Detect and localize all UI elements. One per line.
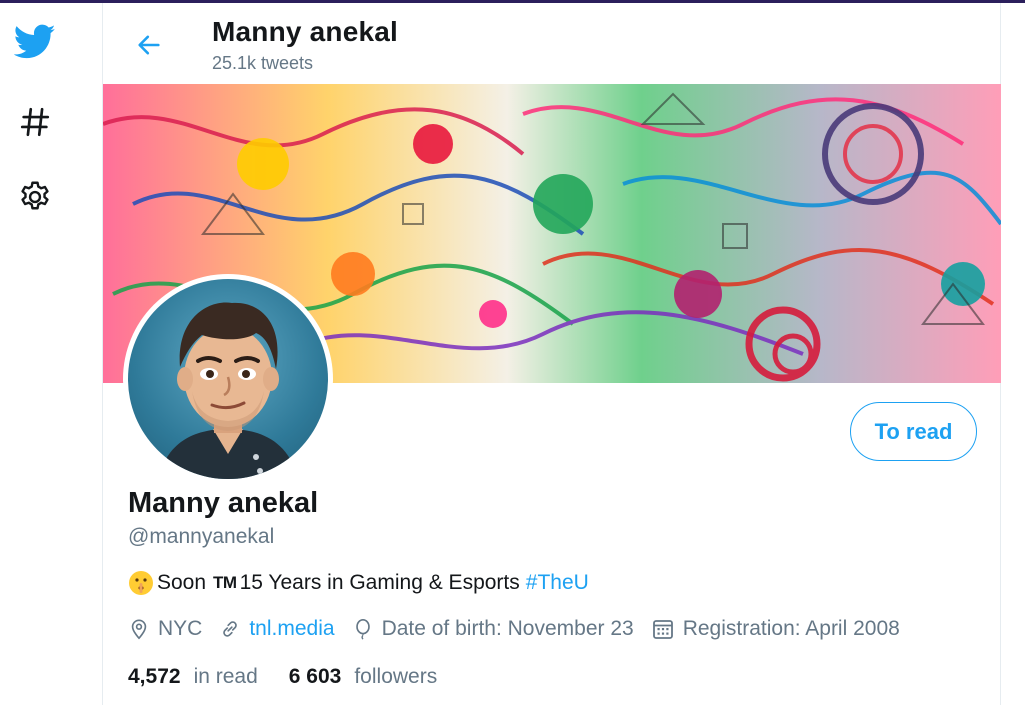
bio-lead-text: Soon	[157, 571, 207, 594]
profile-bio: Soon TM 15 Years in Gaming & Esports #Th…	[128, 570, 589, 596]
following-stat[interactable]: 4,572 in read	[128, 665, 258, 689]
follow-button[interactable]: To read	[850, 402, 977, 461]
birthday-text: Date of birth: November 23	[381, 617, 634, 640]
profile-avatar[interactable]	[123, 274, 333, 484]
joined-text: Registration: April 2008	[682, 617, 900, 640]
shushing-face-emoji-icon	[128, 570, 154, 596]
followers-stat[interactable]: 6 603 followers	[289, 665, 437, 689]
balloon-icon	[355, 619, 370, 640]
profile-name: Manny anekal	[128, 487, 319, 519]
profile-handle: @mannyanekal	[128, 525, 275, 548]
following-count: 4,572	[128, 665, 181, 688]
calendar-icon	[652, 620, 673, 639]
location-item: NYC	[128, 617, 202, 641]
followers-count: 6 603	[288, 665, 342, 688]
profile-stats: 4,572 in read 6 603 followers	[128, 665, 468, 689]
birthday-item: Date of birth: November 23	[352, 617, 634, 641]
twitter-bird-icon[interactable]	[12, 19, 58, 65]
back-arrow-icon[interactable]	[129, 25, 169, 65]
joined-item: Registration: April 2008	[651, 617, 900, 641]
followers-label: followers	[354, 665, 438, 688]
bio-trademark: TM	[213, 573, 237, 592]
profile-meta: NYC tnl.media Date of birth: November 23	[128, 617, 917, 641]
bio-hashtag-link[interactable]: #TheU	[526, 571, 589, 595]
tweet-count: 25.1k tweets	[212, 53, 314, 73]
website-link[interactable]: tnl.media	[249, 617, 334, 641]
link-icon	[223, 621, 238, 637]
hashtag-icon[interactable]	[12, 99, 58, 145]
header-title: Manny anekal	[212, 16, 399, 47]
location-text: NYC	[158, 617, 203, 640]
following-label: in read	[193, 665, 258, 688]
profile-column: Manny anekal 25.1k tweets To read Manny …	[102, 3, 1001, 705]
bio-text: 15 Years in Gaming & Esports	[239, 571, 520, 594]
gear-icon[interactable]	[12, 174, 58, 220]
profile-header: Manny anekal 25.1k tweets	[103, 3, 1001, 84]
location-pin-icon	[131, 619, 147, 640]
website-item: tnl.media	[219, 617, 335, 641]
left-navigation	[0, 3, 70, 705]
